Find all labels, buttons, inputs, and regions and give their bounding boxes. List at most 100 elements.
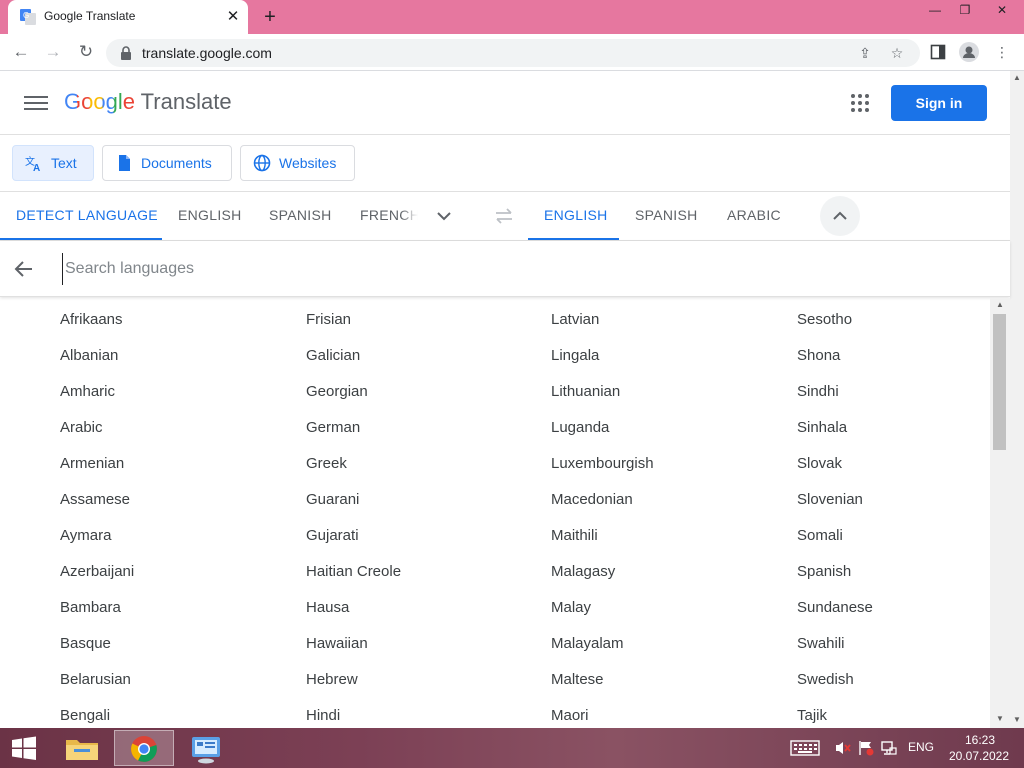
language-item[interactable]: Hindi — [306, 694, 551, 728]
window-close-icon[interactable]: ✕ — [980, 0, 1024, 20]
bookmark-star-icon[interactable]: ☆ — [887, 43, 907, 63]
language-item[interactable]: Bengali — [60, 694, 305, 728]
language-item[interactable]: Swedish — [797, 658, 990, 694]
language-item[interactable]: Basque — [60, 622, 305, 658]
language-item[interactable]: Hausa — [306, 586, 551, 622]
language-item[interactable]: Haitian Creole — [306, 550, 551, 586]
tab-documents[interactable]: Documents — [102, 145, 232, 181]
language-item[interactable]: Hebrew — [306, 658, 551, 694]
language-item[interactable]: Afrikaans — [60, 298, 305, 334]
arrow-back-icon[interactable] — [12, 257, 36, 281]
scroll-up-icon[interactable]: ▲ — [990, 298, 1010, 312]
tab-websites[interactable]: Websites — [240, 145, 355, 181]
taskbar-control-panel[interactable] — [176, 730, 236, 766]
language-item[interactable]: Luxembourgish — [551, 442, 796, 478]
language-item[interactable]: Amharic — [60, 370, 305, 406]
language-item[interactable]: Luganda — [551, 406, 796, 442]
language-item[interactable]: Greek — [306, 442, 551, 478]
language-item[interactable]: Frisian — [306, 298, 551, 334]
side-panel-icon[interactable] — [930, 44, 946, 60]
target-lang-arabic[interactable]: ARABIC — [727, 192, 781, 240]
clock-date[interactable]: 20.07.2022 — [948, 749, 1010, 763]
clock-time[interactable]: 16:23 — [960, 733, 1000, 747]
tab-text[interactable]: 文 A Text — [12, 145, 94, 181]
tab-close-icon[interactable]: ✕ — [224, 8, 242, 26]
windows-start-icon[interactable] — [6, 734, 42, 762]
language-item[interactable]: Sesotho — [797, 298, 990, 334]
language-item[interactable]: Malagasy — [551, 550, 796, 586]
page-scrollbar[interactable]: ▲ ▼ — [1010, 71, 1024, 728]
page-scroll-down-icon[interactable]: ▼ — [1010, 713, 1024, 727]
share-icon[interactable]: ⇪ — [855, 43, 875, 63]
language-item[interactable]: Swahili — [797, 622, 990, 658]
search-languages-input[interactable] — [62, 253, 962, 285]
language-item[interactable]: Lingala — [551, 334, 796, 370]
collapse-languages-button[interactable] — [820, 196, 860, 236]
main-menu-icon[interactable] — [24, 93, 48, 113]
keyboard-icon[interactable] — [790, 740, 820, 756]
language-item[interactable]: Hawaiian — [306, 622, 551, 658]
back-icon[interactable]: ← — [8, 40, 34, 64]
reload-icon[interactable]: ↻ — [73, 40, 99, 64]
language-item[interactable]: Tajik — [797, 694, 990, 728]
language-item[interactable]: Macedonian — [551, 478, 796, 514]
language-item[interactable]: Malay — [551, 586, 796, 622]
scroll-down-icon[interactable]: ▼ — [990, 712, 1010, 726]
language-item[interactable]: Slovak — [797, 442, 990, 478]
volume-muted-icon[interactable] — [834, 740, 852, 756]
language-item[interactable]: Belarusian — [60, 658, 305, 694]
target-lang-english[interactable]: ENGLISH — [544, 192, 608, 240]
address-bar[interactable]: translate.google.com ⇪ ☆ — [106, 39, 920, 67]
network-icon[interactable] — [880, 740, 898, 756]
scroll-thumb[interactable] — [993, 314, 1006, 450]
language-item[interactable]: Guarani — [306, 478, 551, 514]
language-item[interactable]: Sindhi — [797, 370, 990, 406]
language-item[interactable]: Albanian — [60, 334, 305, 370]
taskbar-file-explorer[interactable] — [52, 730, 112, 766]
language-item[interactable]: Maltese — [551, 658, 796, 694]
language-item[interactable]: Sundanese — [797, 586, 990, 622]
target-lang-spanish[interactable]: SPANISH — [635, 192, 698, 240]
google-translate-logo[interactable]: Google Translate — [64, 89, 232, 115]
chevron-down-icon[interactable] — [432, 204, 456, 228]
swap-languages-icon[interactable] — [492, 205, 516, 227]
language-item[interactable]: Latvian — [551, 298, 796, 334]
language-item[interactable]: Azerbaijani — [60, 550, 305, 586]
source-lang-detect[interactable]: DETECT LANGUAGE — [16, 192, 158, 240]
chrome-menu-icon[interactable]: ⋮ — [992, 42, 1012, 62]
action-center-flag-icon[interactable] — [857, 740, 875, 756]
language-item[interactable]: Maori — [551, 694, 796, 728]
new-tab-icon[interactable]: + — [258, 6, 282, 28]
sign-in-button[interactable]: Sign in — [891, 85, 987, 121]
language-item[interactable]: Sinhala — [797, 406, 990, 442]
source-lang-french[interactable]: FRENCH — [360, 192, 418, 240]
language-item[interactable]: Maithili — [551, 514, 796, 550]
language-item[interactable]: Georgian — [306, 370, 551, 406]
language-item[interactable]: Armenian — [60, 442, 305, 478]
language-item[interactable]: Assamese — [60, 478, 305, 514]
source-lang-spanish[interactable]: SPANISH — [269, 192, 332, 240]
page-scroll-up-icon[interactable]: ▲ — [1010, 71, 1024, 85]
language-item[interactable]: Gujarati — [306, 514, 551, 550]
restore-icon[interactable]: ❐ — [950, 0, 980, 20]
language-item[interactable]: German — [306, 406, 551, 442]
browser-tab[interactable]: G Google Translate ✕ — [8, 0, 248, 34]
forward-icon[interactable]: → — [40, 40, 66, 64]
language-item[interactable]: Aymara — [60, 514, 305, 550]
minimize-icon[interactable]: — — [920, 0, 950, 20]
language-item[interactable]: Shona — [797, 334, 990, 370]
language-item[interactable]: Malayalam — [551, 622, 796, 658]
taskbar-chrome[interactable] — [114, 730, 174, 766]
language-item[interactable]: Lithuanian — [551, 370, 796, 406]
language-item[interactable]: Arabic — [60, 406, 305, 442]
language-item[interactable]: Bambara — [60, 586, 305, 622]
profile-avatar-icon[interactable] — [959, 42, 979, 62]
language-item[interactable]: Somali — [797, 514, 990, 550]
language-item[interactable]: Slovenian — [797, 478, 990, 514]
language-list-scrollbar[interactable]: ▲ ▼ — [990, 298, 1010, 728]
input-language-indicator[interactable]: ENG — [908, 740, 934, 754]
google-apps-icon[interactable] — [850, 93, 870, 113]
source-lang-english[interactable]: ENGLISH — [178, 192, 242, 240]
language-item[interactable]: Galician — [306, 334, 551, 370]
language-item[interactable]: Spanish — [797, 550, 990, 586]
